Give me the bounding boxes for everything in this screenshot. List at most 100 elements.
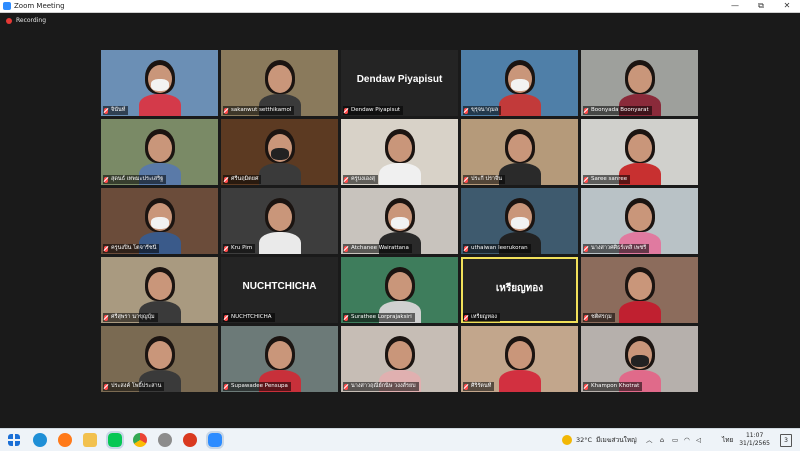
participant-tile[interactable]: เหรียญทอง เหรียญทอง xyxy=(461,257,578,323)
notification-center-icon[interactable]: 3 xyxy=(780,434,792,447)
participant-name: Kru Pim xyxy=(231,245,253,251)
participant-name: ครูบงเองสุ xyxy=(351,176,376,182)
participant-name: ศรีนฤมิตยศ xyxy=(231,176,259,182)
participant-nametag: ครูนงปิน โตจารีชนี xyxy=(103,244,160,253)
participant-tile[interactable]: Khampon Khotrat xyxy=(581,326,698,392)
app-icon[interactable] xyxy=(158,433,172,447)
participant-tile[interactable]: ประกี ปราจีน xyxy=(461,119,578,185)
participant-name: ชติศรกุม xyxy=(591,314,612,320)
participant-tile[interactable]: ศรีสุพรา นาขุญบุ้ม xyxy=(101,257,218,323)
participant-name: จินันท์ xyxy=(111,107,126,113)
participant-display-name: Dendaw Piyapisut xyxy=(356,74,443,85)
muted-mic-icon xyxy=(104,383,108,390)
participant-nametag: sakanwut setthikamol xyxy=(223,106,295,115)
participant-tile[interactable]: จินันท์ xyxy=(101,50,218,116)
muted-mic-icon xyxy=(584,314,588,321)
participant-nametag: uthaiwan leerukoran xyxy=(463,244,531,253)
firefox-icon[interactable] xyxy=(58,433,72,447)
window-title: Zoom Meeting xyxy=(14,2,65,10)
participant-nametag: Saree sanree xyxy=(583,175,631,184)
participant-tile[interactable]: NUCHTCHICHA NUCHTCHICHA xyxy=(221,257,338,323)
participant-tile[interactable]: Atchanee Wairattana xyxy=(341,188,458,254)
participant-nametag: ครูบงเองสุ xyxy=(343,175,379,184)
participant-nametag: จินันท์ xyxy=(103,106,129,115)
muted-mic-icon xyxy=(584,176,588,183)
muted-mic-icon xyxy=(224,314,228,321)
participant-name: Dendaw Piyapisut xyxy=(351,107,401,113)
participant-nametag: นางสาวฤณีย์กนิษ วงงส์รยบ xyxy=(343,382,419,391)
muted-mic-icon xyxy=(104,176,108,183)
muted-mic-icon xyxy=(464,383,468,390)
zoom-taskbar-icon[interactable] xyxy=(206,431,224,449)
muted-mic-icon xyxy=(104,314,108,321)
participant-tile[interactable]: Saree sanree xyxy=(581,119,698,185)
participant-display-name: NUCHTCHICHA xyxy=(242,281,317,292)
weather-temp[interactable]: 32°C xyxy=(576,429,592,451)
muted-mic-icon xyxy=(224,245,228,252)
participant-tile[interactable]: ครูบงเองสุ xyxy=(341,119,458,185)
muted-mic-icon xyxy=(464,245,468,252)
wifi-icon[interactable]: ◠ xyxy=(684,429,690,451)
volume-icon[interactable]: ◁ xyxy=(696,429,701,451)
participant-tile[interactable]: ศิริรัตนที xyxy=(461,326,578,392)
participant-nametag: เหรียญทอง xyxy=(463,313,500,322)
weather-description[interactable]: มีเมฆส่วนใหญ่ xyxy=(596,429,637,451)
participant-name: Surathee Lorprajaksiri xyxy=(351,314,412,320)
file-explorer-icon[interactable] xyxy=(83,433,97,447)
clock-time: 11:07 xyxy=(745,432,764,439)
participant-tile[interactable]: Kru Pim xyxy=(221,188,338,254)
input-language[interactable]: ไทย xyxy=(722,429,733,451)
participant-nametag: Supawadee Pensupa xyxy=(223,382,291,391)
battery-icon[interactable]: ▭ xyxy=(672,429,678,451)
participant-tile[interactable]: sakanwut setthikamol xyxy=(221,50,338,116)
participant-tile[interactable]: ครูนงปิน โตจารีชนี xyxy=(101,188,218,254)
participant-tile[interactable]: ประสงค์ โพธิ์ประสาน xyxy=(101,326,218,392)
participant-tile[interactable]: นางสาวฤณีย์กนิษ วงงส์รยบ xyxy=(341,326,458,392)
close-button[interactable]: ✕ xyxy=(774,0,800,12)
recording-label[interactable]: Recording xyxy=(16,13,46,29)
line-app-icon[interactable] xyxy=(106,431,124,449)
participant-nametag: Khampon Khotrat xyxy=(583,382,643,391)
maximize-button[interactable]: ⧉ xyxy=(748,0,774,12)
muted-mic-icon xyxy=(224,107,228,114)
participant-name: Atchanee Wairattana xyxy=(351,245,409,251)
participant-nametag: Kru Pim xyxy=(223,244,256,253)
muted-mic-icon xyxy=(104,107,108,114)
muted-mic-icon xyxy=(584,107,588,114)
tray-chevron-icon[interactable]: ︿ xyxy=(646,429,653,451)
participant-name: เหรียญทอง xyxy=(471,314,497,320)
presentation-app-icon[interactable] xyxy=(183,433,197,447)
edge-browser-icon[interactable] xyxy=(33,433,47,447)
participant-tile[interactable]: ชติศรกุม xyxy=(581,257,698,323)
system-clock[interactable]: 11:07 31/1/2565 xyxy=(739,432,770,448)
gallery-grid: จินันท์ sakanwut setthikamol Dendaw Piyapi… xyxy=(101,50,699,392)
participant-tile[interactable]: ศรีนฤมิตยศ xyxy=(221,119,338,185)
muted-mic-icon xyxy=(344,314,348,321)
muted-mic-icon xyxy=(224,176,228,183)
network-icon[interactable]: ⌂ xyxy=(660,429,664,451)
participant-nametag: Boonyada Boonyarat xyxy=(583,106,652,115)
participant-tile[interactable]: Supawadee Pensupa xyxy=(221,326,338,392)
participant-tile[interactable]: Boonyada Boonyarat xyxy=(581,50,698,116)
participant-tile[interactable]: สุดนธ์ เทพมะประเสริฐ xyxy=(101,119,218,185)
participant-nametag: ประสงค์ โพธิ์ประสาน xyxy=(103,382,165,391)
participant-tile[interactable]: uthaiwan leerukoran xyxy=(461,188,578,254)
clock-date: 31/1/2565 xyxy=(739,440,770,447)
participant-tile[interactable]: นางสาวศศิธร์เทสิ เพชรี xyxy=(581,188,698,254)
participant-name: Saree sanree xyxy=(591,176,628,182)
muted-mic-icon xyxy=(464,314,468,321)
muted-mic-icon xyxy=(464,107,468,114)
participant-nametag: ขุรุจนากุมล xyxy=(463,106,502,115)
taskbar: 32°C มีเมฆส่วนใหญ่ ︿ ⌂ ▭ ◠ ◁ ไทย 11:07 3… xyxy=(0,428,800,451)
recording-dot-icon xyxy=(6,18,12,24)
minimize-button[interactable]: — xyxy=(722,0,748,12)
participant-tile[interactable]: ขุรุจนากุมล xyxy=(461,50,578,116)
participant-tile[interactable]: Surathee Lorprajaksiri xyxy=(341,257,458,323)
start-button-icon[interactable] xyxy=(8,434,20,446)
muted-mic-icon xyxy=(464,176,468,183)
muted-mic-icon xyxy=(344,245,348,252)
chrome-icon[interactable] xyxy=(133,433,147,447)
participant-tile[interactable]: Dendaw Piyapisut Dendaw Piyapisut xyxy=(341,50,458,116)
participant-nametag: Atchanee Wairattana xyxy=(343,244,412,253)
participant-name: ประกี ปราจีน xyxy=(471,176,502,182)
